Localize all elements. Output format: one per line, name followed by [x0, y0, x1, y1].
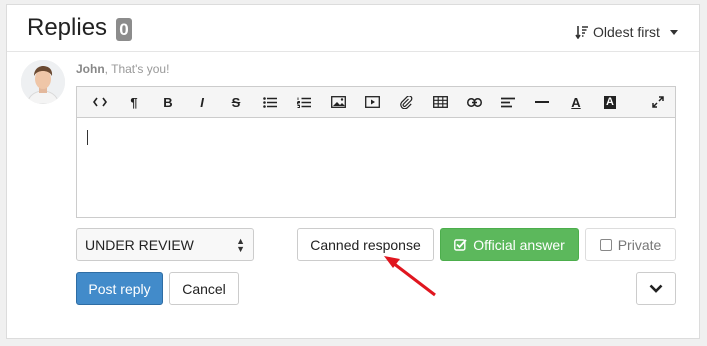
background-color-glyph: A [604, 95, 616, 109]
checkbox-icon [599, 238, 612, 251]
reply-textarea[interactable] [77, 118, 675, 218]
cancel-button[interactable]: Cancel [169, 272, 239, 305]
paragraph-icon[interactable]: ¶ [117, 87, 151, 117]
italic-icon[interactable]: I [185, 87, 219, 117]
bulleted-list-icon[interactable] [253, 87, 287, 117]
cancel-label: Cancel [182, 280, 226, 297]
sort-label: Oldest first [593, 24, 660, 40]
official-answer-button[interactable]: Official answer [440, 228, 579, 261]
post-reply-button[interactable]: Post reply [76, 272, 163, 305]
table-icon[interactable] [423, 87, 457, 117]
fullscreen-icon[interactable] [641, 87, 675, 117]
checkbox-checked-icon [454, 239, 467, 251]
numbered-list-icon[interactable] [287, 87, 321, 117]
official-answer-label: Official answer [473, 236, 565, 253]
select-arrows-icon: ▲ ▼ [236, 235, 245, 254]
text-cursor [87, 130, 88, 145]
code-view-icon[interactable] [83, 87, 117, 117]
sort-dropdown[interactable]: Oldest first [575, 24, 678, 40]
private-label: Private [617, 236, 662, 253]
canned-response-button[interactable]: Canned response [297, 228, 434, 261]
more-options-button[interactable] [636, 272, 676, 305]
chevron-down-icon [669, 29, 678, 35]
status-select-value: UNDER REVIEW [85, 236, 194, 253]
align-icon[interactable] [491, 87, 525, 117]
video-icon[interactable] [355, 87, 389, 117]
page-title: Replies [27, 14, 108, 41]
background-color-icon[interactable]: A [593, 87, 627, 117]
canned-response-label: Canned response [310, 236, 421, 253]
author-note: , That's you! [104, 62, 170, 76]
image-icon[interactable] [321, 87, 355, 117]
replies-header: Replies 0 Oldest first [7, 5, 699, 52]
bold-icon[interactable]: B [151, 87, 185, 117]
reply-count-badge: 0 [116, 18, 132, 41]
horizontal-rule-icon[interactable] [525, 87, 559, 117]
editor-toolbar: ¶ B I S A A [77, 87, 675, 118]
link-icon[interactable] [457, 87, 491, 117]
author-name: John [76, 62, 105, 76]
private-toggle[interactable]: Private [585, 228, 676, 261]
font-color-icon[interactable]: A [559, 87, 593, 117]
author-line: John, That's you! [76, 62, 169, 76]
attachment-icon[interactable] [389, 87, 423, 117]
strikethrough-icon[interactable]: S [219, 87, 253, 117]
sort-icon [575, 26, 588, 39]
post-reply-label: Post reply [88, 280, 151, 297]
status-select[interactable]: UNDER REVIEW ▲ ▼ [76, 228, 254, 261]
chevron-down-icon [649, 284, 663, 293]
avatar [21, 60, 65, 104]
reply-editor: ¶ B I S A A [76, 86, 676, 218]
